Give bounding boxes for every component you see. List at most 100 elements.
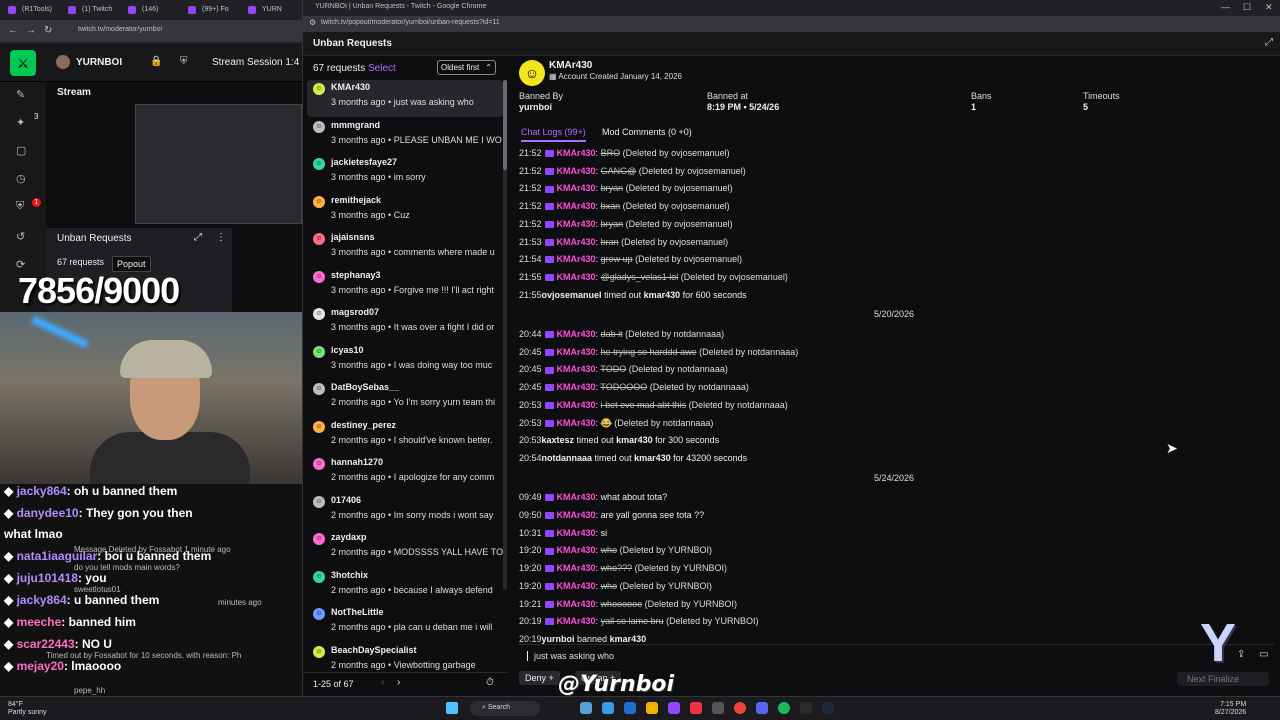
weather-widget[interactable]: 84°F Partly sunny (8, 701, 47, 717)
taskbar-clock[interactable]: 7:15 PM 8/27/2026 (1215, 701, 1246, 717)
background-url[interactable]: twitch.tv/moderator/yurnboi (78, 26, 162, 33)
taskbar-search[interactable]: ⌕ Search (470, 701, 540, 716)
expand-icon[interactable]: ⤢ (1265, 37, 1273, 48)
select-button[interactable]: Select (368, 63, 396, 74)
settings-icon[interactable] (712, 702, 724, 714)
composer-text[interactable]: just was asking who (527, 651, 614, 661)
app-icon[interactable] (690, 702, 702, 714)
browser-tab[interactable]: (1) Twitch (60, 0, 120, 20)
request-list-item[interactable]: ☺ BeachDaySpecialist 2 months ago • Viewbo… (307, 643, 503, 671)
chat-log-line: 09:50 KMAr430: are yall gonna see tota ?? (519, 510, 705, 520)
avatar (56, 55, 70, 69)
obs-icon[interactable] (800, 702, 812, 714)
request-list-item[interactable]: ☺ jajaisnsns 3 months ago • comments where… (307, 230, 503, 267)
start-icon[interactable] (446, 702, 458, 714)
request-list-item[interactable]: ☺ NotTheLittle 2 months ago • pla can u de… (307, 605, 503, 642)
unban-panel-title: Unban Requests (57, 233, 132, 244)
request-list-item[interactable]: ☺ mmmgrand 3 months ago • PLEASE UNBAN ME … (307, 118, 503, 155)
chat-log-line: 21:52 KMAr430: bxan (Deleted by ovjoseman… (519, 201, 730, 212)
channel-username[interactable]: YURNBOI (76, 57, 122, 68)
shield-icon[interactable]: ⛨ (180, 56, 188, 67)
request-list-item[interactable]: ☺ destiney_perez 2 months ago • I should'v… (307, 418, 503, 455)
store-icon[interactable] (624, 702, 636, 714)
spotify-icon[interactable] (778, 702, 790, 714)
request-count: 67 requests (313, 63, 366, 74)
close-icon[interactable]: ✕ (1265, 2, 1273, 13)
badge-icon (544, 419, 554, 427)
chrome-icon[interactable] (734, 702, 746, 714)
stat-value: yurnboi (519, 102, 552, 112)
chat-line: ◆ juju101418: you (4, 571, 107, 585)
reload-icon[interactable]: ↻ (44, 25, 52, 36)
browser-tab[interactable]: (R1Tools) (0, 0, 60, 20)
chat-line: ◆ scar22443: NO U (4, 637, 112, 651)
list-scroll-thumb[interactable] (503, 80, 507, 170)
tab-chat-logs[interactable]: Chat Logs (99+) (521, 127, 586, 142)
badge-icon (544, 529, 554, 537)
clock-icon[interactable]: ◷ (16, 172, 26, 185)
request-list-item[interactable]: ☺ magsrod07 3 months ago • It was over a f… (307, 305, 503, 342)
request-list-item[interactable]: ☺ jackietesfaye27 3 months ago • im sorry (307, 155, 503, 192)
twitch-icon[interactable] (668, 702, 680, 714)
badge-icon (544, 150, 554, 158)
chat-log-line: 20:45 KMAr430: TODOOOO (Deleted by notdan… (519, 382, 749, 393)
shield-icon[interactable]: ⛨ (16, 200, 24, 213)
request-username: mmmgrand (331, 119, 381, 130)
file-explorer-icon[interactable] (580, 702, 592, 714)
timer-icon[interactable]: ⏱ (486, 677, 494, 688)
steam-icon[interactable] (822, 702, 834, 714)
maximize-icon[interactable]: ☐ (1243, 2, 1251, 13)
request-meta: 3 months ago • It was over a fight I did… (331, 322, 495, 332)
request-list-item[interactable]: ☺ KMAr430 3 months ago • just was asking w… (307, 80, 503, 117)
pin-icon[interactable]: ✦ (16, 116, 25, 129)
request-list-item[interactable]: ☺ icyas10 3 months ago • I was doing way t… (307, 343, 503, 380)
chat-system-note: Timed out by Fossabot for 10 seconds, wi… (46, 651, 242, 660)
browser-tab[interactable]: (146) (120, 0, 180, 20)
chat-system-note: Message Deleted by Fossabot 1 minute ago (74, 545, 231, 554)
stat-label: Bans (971, 91, 992, 101)
request-list-item[interactable]: ☺ hannah1270 2 months ago • I apologize fo… (307, 455, 503, 492)
more-icon[interactable]: ⋮ (216, 232, 226, 243)
expand-icon[interactable]: ⤢ (194, 232, 202, 243)
unban-comment-composer[interactable]: just was asking who ⇪ ▭ (519, 644, 1274, 666)
tab-mod-comments[interactable]: Mod Comments (0 +0) (602, 127, 692, 140)
history-icon[interactable]: ↺ (16, 230, 25, 243)
request-list-item[interactable]: ☺ stephanay3 3 months ago • Forgive me !!!… (307, 268, 503, 305)
request-username: BeachDaySpecialist (331, 644, 417, 655)
request-list-item[interactable]: ☺ remithejack 3 months ago • Cuz (307, 193, 503, 230)
request-list-item[interactable]: ☺ DatBoySebas__ 2 months ago • Yo I'm sorr… (307, 380, 503, 417)
chat-line: ◆ danydee10: They gon you then (4, 506, 193, 520)
edge-icon[interactable] (602, 702, 614, 714)
request-meta: 3 months ago • comments where made u (331, 247, 495, 257)
popout-url[interactable]: twitch.tv/popout/moderator/yurnboi/unban… (321, 19, 500, 26)
next-page-icon[interactable]: › (397, 677, 400, 688)
discord-icon[interactable] (756, 702, 768, 714)
forward-icon[interactable]: → (26, 25, 36, 36)
user-avatar-icon: ☺ (313, 158, 325, 170)
chat-log-line: 21:52 KMAr430: bryan (Deleted by ovjosema… (519, 218, 733, 229)
badge-icon (544, 274, 554, 282)
lock-icon[interactable]: 🔒 (150, 56, 162, 67)
chat-icon[interactable]: ▢ (16, 144, 26, 157)
request-list-item[interactable]: ☺ 3hotchix 2 months ago • because I always… (307, 568, 503, 605)
browser-tab[interactable]: (99+) Fo (180, 0, 240, 20)
folder-icon[interactable] (646, 702, 658, 714)
detail-tabs: Chat Logs (99+) Mod Comments (0 +0) (519, 126, 1279, 144)
deny-button[interactable]: Deny + (519, 671, 560, 685)
back-icon[interactable]: ← (8, 25, 18, 36)
pencil-icon[interactable]: ✎ (16, 88, 25, 101)
mod-view-logo-icon[interactable]: ⚔ (10, 50, 36, 76)
request-username: destiney_perez (331, 419, 397, 430)
page-range: 1-25 of 67 (313, 679, 354, 689)
comment-icon[interactable]: ▭ (1259, 649, 1268, 660)
prev-page-icon[interactable]: ‹ (381, 677, 384, 688)
site-info-icon[interactable]: ⚙ (309, 18, 316, 27)
request-list-item[interactable]: ☺ 017406 2 months ago • Im sorry mods i wo… (307, 493, 503, 530)
request-list-item[interactable]: ☺ zaydaxp 2 months ago • MODSSSS YALL HAVE… (307, 530, 503, 567)
page-title: Unban Requests (313, 38, 392, 49)
minimize-icon[interactable]: — (1221, 2, 1230, 12)
detail-username[interactable]: KMAr430 (549, 60, 592, 71)
sort-dropdown[interactable]: Oldest first ⌃ (437, 60, 496, 75)
badge-icon (544, 238, 554, 246)
browser-tab[interactable]: YURN (240, 0, 300, 20)
